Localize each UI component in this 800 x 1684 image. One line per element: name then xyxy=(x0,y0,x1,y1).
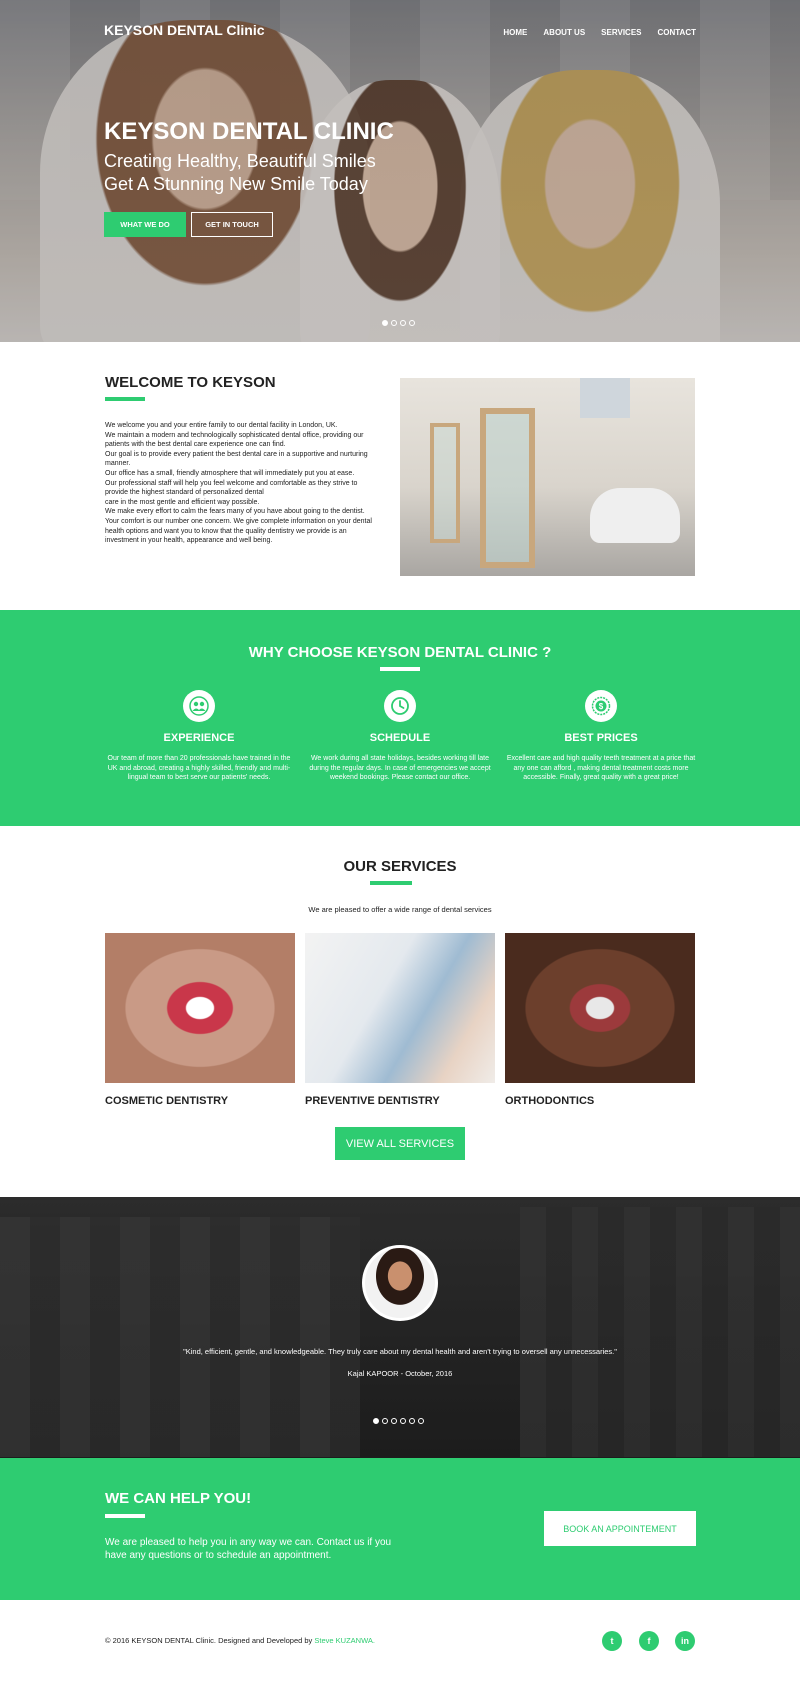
welcome-title: WELCOME TO KEYSON xyxy=(105,374,276,391)
slider-dot[interactable] xyxy=(382,1418,388,1424)
cta-section: WE CAN HELP YOU! We are pleased to help … xyxy=(0,1458,800,1600)
clinic-window xyxy=(580,378,630,418)
testimonial-section: "Kind, efficient, gentle, and knowledgea… xyxy=(0,1197,800,1458)
cta-title: WE CAN HELP YOU! xyxy=(105,1490,252,1507)
welcome-paragraph: We welcome you and your entire family to… xyxy=(105,422,338,429)
welcome-text: We welcome you and your entire family to… xyxy=(105,421,375,546)
slider-dot[interactable] xyxy=(409,320,415,326)
welcome-paragraph: We maintain a modern and technologically… xyxy=(105,431,364,449)
clinic-door xyxy=(430,423,460,543)
preventive-dentistry-image[interactable] xyxy=(305,933,495,1083)
slider-dot[interactable] xyxy=(382,320,388,326)
view-all-services-button[interactable]: VIEW ALL SERVICES xyxy=(335,1127,465,1160)
slider-dot[interactable] xyxy=(400,1418,406,1424)
welcome-title-underline xyxy=(105,397,145,401)
services-subtitle: We are pleased to offer a wide range of … xyxy=(308,905,492,914)
main-nav: HOME ABOUT US SERVICES CONTACT xyxy=(503,28,696,37)
team-icon xyxy=(183,690,215,722)
hero-subtitle: Creating Healthy, Beautiful Smiles Get A… xyxy=(104,150,376,196)
feature-experience: EXPERIENCE Our team of more than 20 prof… xyxy=(104,690,294,783)
slider-dot[interactable] xyxy=(391,1418,397,1424)
service-name-preventive[interactable]: PREVENTIVE DENTISTRY xyxy=(305,1095,440,1107)
brand-logo[interactable]: KEYSON DENTAL Clinic xyxy=(104,22,265,38)
testimonial-author: Kajal KAPOOR - October, 2016 xyxy=(347,1369,453,1378)
developer-link[interactable]: Steve KUZANWA. xyxy=(314,1636,375,1645)
nav-home[interactable]: HOME xyxy=(503,28,527,37)
linkedin-icon[interactable]: in xyxy=(675,1631,695,1651)
avatar xyxy=(362,1245,438,1321)
feature-best-prices: $ BEST PRICES Excellent care and high qu… xyxy=(506,690,696,783)
slider-dot[interactable] xyxy=(400,320,406,326)
copyright-text: © 2016 KEYSON DENTAL Clinic. Designed an… xyxy=(105,1636,315,1645)
feature-schedule: SCHEDULE We work during all state holida… xyxy=(305,690,495,783)
feature-text: Excellent care and high quality teeth tr… xyxy=(506,755,696,781)
hero-subtitle-line1: Creating Healthy, Beautiful Smiles xyxy=(104,151,376,171)
orthodontics-image[interactable] xyxy=(505,933,695,1083)
nav-contact[interactable]: CONTACT xyxy=(657,28,696,37)
cta-text: We are pleased to help you in any way we… xyxy=(105,1537,392,1561)
clock-icon xyxy=(384,690,416,722)
what-we-do-button[interactable]: WHAT WE DO xyxy=(104,212,186,237)
hero-title: KEYSON DENTAL CLINIC xyxy=(104,118,394,145)
slider-dot[interactable] xyxy=(409,1418,415,1424)
why-choose-title: WHY CHOOSE KEYSON DENTAL CLINIC ? xyxy=(248,644,552,661)
service-name-orthodontics[interactable]: ORTHODONTICS xyxy=(505,1095,594,1107)
dollar-badge-icon: $ xyxy=(585,690,617,722)
nav-about-us[interactable]: ABOUT US xyxy=(543,28,585,37)
testimonial-slider-dots xyxy=(373,1418,424,1424)
why-title-underline xyxy=(380,667,420,671)
welcome-paragraph: Your comfort is our number one concern. … xyxy=(105,517,372,545)
dental-chair xyxy=(590,488,680,543)
hero-section: KEYSON DENTAL Clinic HOME ABOUT US SERVI… xyxy=(0,0,800,342)
slider-dot[interactable] xyxy=(373,1418,379,1424)
feature-text: Our team of more than 20 professionals h… xyxy=(107,755,291,781)
why-choose-section: WHY CHOOSE KEYSON DENTAL CLINIC ? EXPERI… xyxy=(0,610,800,826)
welcome-paragraph: Our office has a small, friendly atmosph… xyxy=(105,469,355,477)
service-name-cosmetic[interactable]: COSMETIC DENTISTRY xyxy=(105,1095,228,1107)
feature-text: We work during all state holidays, besid… xyxy=(309,755,491,781)
feature-title: BEST PRICES xyxy=(564,732,638,744)
feature-title: SCHEDULE xyxy=(369,732,431,744)
services-title: OUR SERVICES xyxy=(343,858,457,875)
clinic-glass-door xyxy=(480,408,535,568)
feature-title: EXPERIENCE xyxy=(163,732,235,744)
cosmetic-dentistry-image[interactable] xyxy=(105,933,295,1083)
footer-copyright: © 2016 KEYSON DENTAL Clinic. Designed an… xyxy=(105,1636,375,1645)
svg-text:$: $ xyxy=(599,702,604,711)
hero-slider-dots xyxy=(382,320,415,326)
welcome-paragraph: Our goal is to provide every patient the… xyxy=(105,450,368,468)
clinic-interior-image xyxy=(400,378,695,576)
book-appointment-button[interactable]: BOOK AN APPOINTEMENT xyxy=(544,1511,696,1546)
hero-subtitle-line2: Get A Stunning New Smile Today xyxy=(104,174,368,194)
get-in-touch-button[interactable]: GET IN TOUCH xyxy=(191,212,273,237)
slider-dot[interactable] xyxy=(418,1418,424,1424)
cta-title-underline xyxy=(105,1514,145,1518)
welcome-paragraph: We make every effort to calm the fears m… xyxy=(105,508,365,516)
slider-dot[interactable] xyxy=(391,320,397,326)
twitter-icon[interactable]: t xyxy=(602,1631,622,1651)
welcome-paragraph: care in the most gentle and efficient wa… xyxy=(105,498,260,506)
welcome-paragraph: Our professional staff will help you fee… xyxy=(105,479,358,497)
nav-services[interactable]: SERVICES xyxy=(601,28,641,37)
services-title-underline xyxy=(370,881,412,885)
facebook-icon[interactable]: f xyxy=(639,1631,659,1651)
testimonial-quote: "Kind, efficient, gentle, and knowledgea… xyxy=(183,1347,617,1356)
avatar-photo xyxy=(365,1248,435,1318)
